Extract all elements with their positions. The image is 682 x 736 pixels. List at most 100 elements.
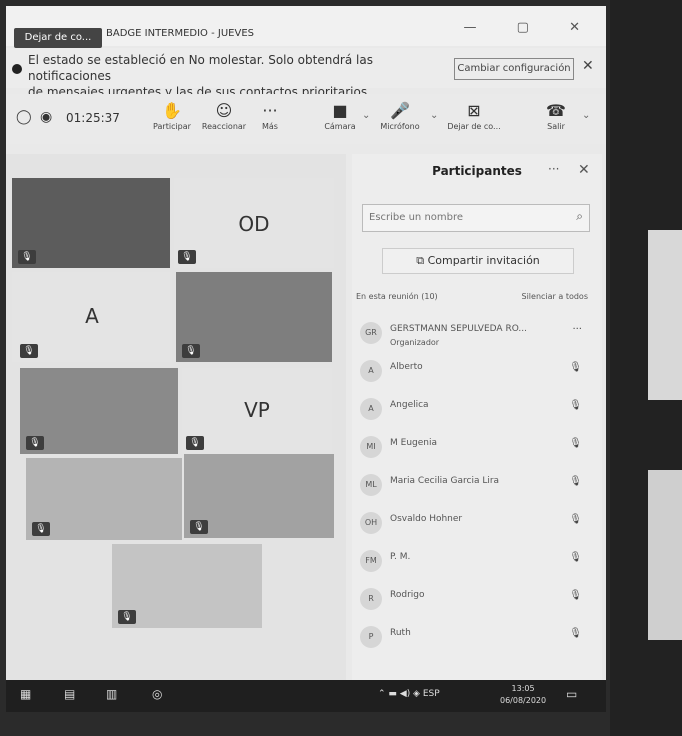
window-controls[interactable]: — ▢ ✕: [464, 20, 598, 35]
avatar: P: [360, 626, 382, 648]
participant-row[interactable]: R Rodrigo 🎙: [352, 580, 602, 618]
camera-button[interactable]: ■ Cámara: [312, 100, 368, 131]
start-icon[interactable]: ▦: [20, 687, 31, 701]
close-icon[interactable]: ✕: [582, 58, 594, 74]
more-icon: ···: [262, 101, 278, 120]
participant-row[interactable]: A Angelica 🎙: [352, 390, 602, 428]
share-icon: ⧉: [416, 254, 428, 267]
raise-hand-icon: ✋: [162, 101, 182, 120]
microphone-options-chevron-icon[interactable]: ⌄: [430, 110, 438, 121]
dnd-message-line1: El estado se estableció en No molestar. …: [28, 53, 373, 83]
browser-icon[interactable]: ◎: [152, 687, 162, 701]
share-invite-label: Compartir invitación: [427, 254, 540, 267]
mic-status-icon: 🎙: [32, 522, 50, 536]
avatar: A: [360, 360, 382, 382]
avatar: A: [360, 398, 382, 420]
panel-title: Participantes: [432, 164, 522, 178]
raise-hand-label: Participar: [153, 122, 191, 131]
shield-icon: ◯: [16, 109, 32, 125]
mic-muted-icon: 🎙: [569, 590, 582, 601]
window-title: BADGE INTERMEDIO - JUEVES: [106, 28, 254, 39]
in-meeting-header[interactable]: En esta reunión (10): [356, 292, 438, 301]
mic-muted-icon: 🎙: [569, 362, 582, 373]
do-not-disturb-banner: El estado se estableció en No molestar. …: [6, 48, 606, 99]
mic-muted-icon: 🎙: [569, 400, 582, 411]
participant-name: M Eugenia: [390, 438, 437, 448]
microphone-icon: 🎙: [569, 438, 582, 449]
more-icon[interactable]: ···: [572, 324, 582, 335]
participant-name: Ruth: [390, 628, 411, 638]
microphone-icon: 🎙: [569, 476, 582, 487]
search-input[interactable]: [363, 205, 565, 229]
more-actions-button[interactable]: ··· Más: [242, 100, 298, 131]
change-settings-button[interactable]: Cambiar configuración: [454, 58, 574, 80]
avatar: R: [360, 588, 382, 610]
microphone-icon: 🎤: [390, 101, 410, 120]
participant-row[interactable]: FM P. M. 🎙: [352, 542, 602, 580]
participant-row[interactable]: GR GERSTMANN SEPULVEDA RO... Organizador…: [352, 314, 602, 352]
system-tray[interactable]: ⌃ ▬ ◀) ◈ ESP: [378, 689, 440, 699]
leave-meeting-button[interactable]: ☎ Salir: [528, 100, 584, 131]
stop-share-icon: ⊠: [467, 101, 481, 120]
video-tile[interactable]: 🎙: [184, 454, 334, 538]
participant-row[interactable]: OH Osvaldo Hohner 🎙: [352, 504, 602, 542]
video-tile[interactable]: A 🎙: [12, 272, 172, 362]
meeting-toolbar: ◯ ◉ 01:25:37 ✋ Participar ☺ Reaccionar ·…: [6, 94, 606, 144]
title-bar: Dejar de co... BADGE INTERMEDIO - JUEVES…: [6, 6, 606, 48]
recording-icon: ◉: [40, 109, 53, 125]
avatar: MI: [360, 436, 382, 458]
participants-panel: Participantes ··· ✕ ⌕ ⧉ Compartir invita…: [352, 154, 602, 694]
video-tile[interactable]: VP 🎙: [182, 368, 332, 454]
language-indicator[interactable]: ESP: [423, 689, 440, 699]
participant-row[interactable]: A Alberto 🎙: [352, 352, 602, 390]
video-tile[interactable]: 🎙: [26, 458, 182, 540]
participant-row[interactable]: ML Maria Cecilia Garcia Lira 🎙: [352, 466, 602, 504]
taskbar-app-icon[interactable]: ▤: [64, 687, 75, 701]
phone-icon: ☎: [546, 101, 566, 120]
leave-options-chevron-icon[interactable]: ⌄: [582, 110, 590, 121]
stop-sharing-button[interactable]: Dejar de co...: [14, 28, 102, 48]
panel-more-icon[interactable]: ···: [548, 162, 559, 176]
video-tile[interactable]: OD 🎙: [174, 178, 334, 268]
adjacent-monitor-screen-lower: [648, 470, 682, 640]
participant-name: P. M.: [390, 552, 411, 562]
share-invite-button[interactable]: ⧉ Compartir invitación: [382, 248, 574, 274]
raise-hand-button[interactable]: ✋ Participar: [144, 100, 200, 131]
taskbar-app-icon[interactable]: ▥: [106, 687, 117, 701]
camera-options-chevron-icon[interactable]: ⌄: [362, 110, 370, 121]
video-tile[interactable]: 🎙: [176, 272, 332, 362]
participant-row[interactable]: MI M Eugenia 🎙: [352, 428, 602, 466]
participant-search[interactable]: ⌕: [362, 204, 590, 232]
search-icon[interactable]: ⌕: [576, 209, 583, 224]
avatar: OH: [360, 512, 382, 534]
adjacent-monitor-screen: [648, 230, 682, 400]
teams-meeting-window: Dejar de co... BADGE INTERMEDIO - JUEVES…: [6, 6, 606, 712]
mute-all-button[interactable]: Silenciar a todos: [522, 292, 589, 301]
microphone-label: Micrófono: [380, 122, 420, 131]
mic-status-icon: 🎙: [18, 250, 36, 264]
leave-label: Salir: [547, 122, 565, 131]
taskbar-clock[interactable]: 13:05 06/08/2020: [500, 683, 546, 707]
video-tile[interactable]: 🎙: [112, 544, 262, 628]
mic-status-icon: 🎙: [26, 436, 44, 450]
participant-name: GERSTMANN SEPULVEDA RO...: [390, 324, 527, 334]
notifications-icon[interactable]: ▭: [566, 687, 577, 701]
camera-icon: ■: [332, 101, 348, 120]
meeting-timer: 01:25:37: [66, 111, 120, 125]
stop-presenting-label: Dejar de co...: [447, 122, 501, 131]
participant-name: Alberto: [390, 362, 423, 372]
microphone-icon: 🎙: [569, 628, 582, 639]
video-tile[interactable]: 🎙: [20, 368, 178, 454]
mic-status-icon: 🎙: [118, 610, 136, 624]
clock-date: 06/08/2020: [500, 696, 547, 705]
mic-status-icon: 🎙: [186, 436, 204, 450]
video-gallery: 🎙 OD 🎙 A 🎙 🎙 🎙 VP 🎙 🎙 🎙 🎙: [6, 154, 346, 712]
participant-row[interactable]: P Ruth 🎙: [352, 618, 602, 656]
video-tile[interactable]: 🎙: [12, 178, 170, 268]
participant-initials: A: [85, 304, 99, 328]
panel-close-icon[interactable]: ✕: [578, 162, 590, 178]
participant-initials: VP: [244, 398, 270, 422]
participant-initials: OD: [238, 212, 270, 236]
stop-presenting-button[interactable]: ⊠ Dejar de co...: [446, 100, 502, 131]
microphone-button[interactable]: 🎤 Micrófono: [372, 100, 428, 131]
